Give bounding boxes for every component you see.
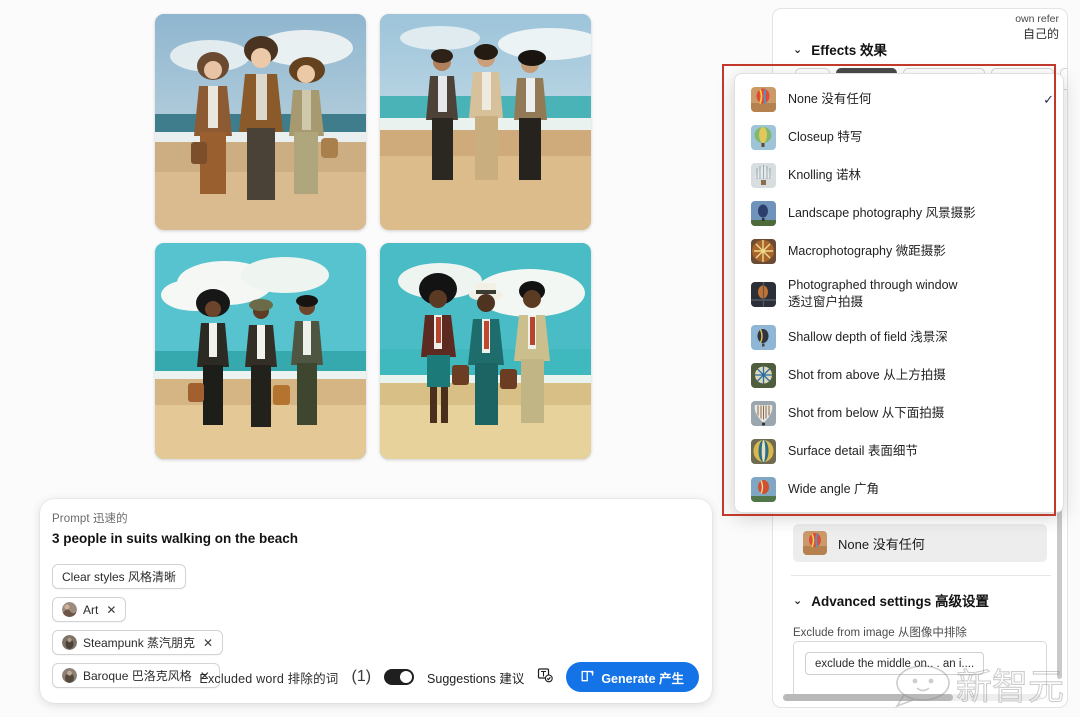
chip-label: Steampunk 蒸汽朋克 <box>83 634 195 651</box>
chevron-down-icon: ⌄ <box>793 43 802 56</box>
dropdown-item-closeup[interactable]: Closeup 特写 <box>735 118 1063 156</box>
generate-icon <box>581 669 595 686</box>
results-canvas: Prompt 迅速的 3 people in suits walking on … <box>0 0 770 717</box>
panel-divider <box>791 575 1051 576</box>
effect-thumbnail-wide-angle <box>751 477 776 502</box>
exclude-from-image-field[interactable]: exclude the middle on.. . an i.... <box>793 641 1047 699</box>
generate-label: Generate 产生 <box>601 668 684 687</box>
dropdown-item-shot-from-above[interactable]: Shot from above 从上方拍摄 <box>735 356 1063 394</box>
own-reference-note-cn: 自己的 <box>1015 27 1059 42</box>
checkmark-icon: ✓ <box>1043 92 1054 108</box>
panel-horizontal-scrollbar[interactable] <box>783 694 1041 701</box>
effect-thumbnail-closeup <box>751 125 776 150</box>
suggestions-toggle[interactable] <box>384 669 414 685</box>
dropdown-item-landscape-photography[interactable]: Landscape photography 风景摄影 <box>735 194 1063 232</box>
dropdown-item-label: Knolling 诺林 <box>788 167 861 184</box>
chip-remove-icon[interactable]: ✕ <box>106 603 116 617</box>
own-reference-note-en: own refer <box>1015 12 1059 27</box>
result-tile-2[interactable] <box>380 14 591 230</box>
effect-thumbnail-none <box>751 87 776 112</box>
advanced-settings-title: Advanced settings 高级设置 <box>811 590 989 610</box>
prompt-text[interactable]: 3 people in suits walking on the beach <box>52 531 298 546</box>
dropdown-item-label: Shallow depth of field 浅景深 <box>788 329 948 346</box>
suggestions-label: Suggestions 建议 <box>427 668 524 687</box>
dropdown-item-shallow-depth-of-field[interactable]: Shallow depth of field 浅景深 <box>735 318 1063 356</box>
excluded-word-label[interactable]: Excluded word 排除的词 <box>199 668 338 687</box>
result-tile-4[interactable] <box>380 243 591 459</box>
result-tile-3[interactable] <box>155 243 366 459</box>
dropdown-item-label-block: Photographed through window 透过窗户拍摄 <box>788 277 958 311</box>
effect-thumbnail-shot-from-below <box>751 401 776 426</box>
dropdown-item-label: Macrophotography 微距摄影 <box>788 243 946 260</box>
effect-thumbnail-macro <box>751 239 776 264</box>
chip-label: Art <box>83 603 98 617</box>
effects-section-header[interactable]: ⌄ Effects 效果 <box>793 39 887 59</box>
prompt-footer-bar: Excluded word 排除的词 (1) Suggestions 建议 <box>40 651 712 703</box>
dropdown-item-label: Shot from above 从上方拍摄 <box>788 367 946 384</box>
excluded-word-count: (1) <box>351 668 371 686</box>
exclude-from-image-label: Exclude from image 从图像中排除 <box>793 624 967 640</box>
dropdown-item-surface-detail[interactable]: Surface detail 表面细节 <box>735 432 1063 470</box>
prompt-panel: Prompt 迅速的 3 people in suits walking on … <box>40 499 712 703</box>
chip-clear-styles[interactable]: Clear styles 风格清晰 <box>52 564 186 589</box>
effect-thumbnail-surface-detail <box>751 439 776 464</box>
effects-dropdown-list: None 没有任何 ✓ Closeup 特写 Knolling 诺林 <box>734 73 1064 513</box>
chevron-down-icon: ⌄ <box>793 594 802 607</box>
dropdown-item-label-cn: 透过窗户拍摄 <box>788 294 958 311</box>
chip-thumbnail-art <box>62 602 77 617</box>
dropdown-item-photographed-through-window[interactable]: Photographed through window 透过窗户拍摄 <box>735 270 1063 318</box>
result-tile-1[interactable] <box>155 14 366 230</box>
dropdown-item-label: Surface detail 表面细节 <box>788 443 918 460</box>
dropdown-item-label: Closeup 特写 <box>788 129 862 146</box>
chip-row-clear-styles: Clear styles 风格清晰 <box>52 564 223 597</box>
generate-button[interactable]: Generate 产生 <box>566 662 699 692</box>
chip-label: Clear styles 风格清晰 <box>62 568 176 585</box>
own-reference-note: own refer 自己的 <box>1015 12 1059 42</box>
effects-section-title: Effects 效果 <box>811 39 887 59</box>
chip-row-art: Art ✕ <box>52 597 223 630</box>
exclude-token-label: exclude the middle on.. . an i.... <box>815 658 974 670</box>
app-root: Prompt 迅速的 3 people in suits walking on … <box>0 0 1080 717</box>
chip-art[interactable]: Art ✕ <box>52 597 126 622</box>
dropdown-item-none[interactable]: None 没有任何 ✓ <box>735 80 1063 118</box>
effect-thumbnail-through-window <box>751 282 776 307</box>
effect-thumbnail-knolling <box>751 163 776 188</box>
dropdown-item-label: Landscape photography 风景摄影 <box>788 205 976 222</box>
effect-thumbnail-shallow-dof <box>751 325 776 350</box>
advanced-settings-header[interactable]: ⌄ Advanced settings 高级设置 <box>793 590 989 610</box>
prompt-label: Prompt 迅速的 <box>52 510 128 526</box>
effect-thumbnail-landscape <box>751 201 776 226</box>
exclude-token[interactable]: exclude the middle on.. . an i.... <box>805 652 984 675</box>
dropdown-item-label: Photographed through window <box>788 277 958 294</box>
text-check-icon[interactable] <box>537 667 553 688</box>
selected-effect-row[interactable]: None 没有任何 <box>793 524 1047 562</box>
selected-effect-label: None 没有任何 <box>838 534 925 553</box>
dropdown-item-shot-from-below[interactable]: Shot from below 从下面拍摄 <box>735 394 1063 432</box>
dropdown-item-label: Shot from below 从下面拍摄 <box>788 405 944 422</box>
dropdown-item-macrophotography[interactable]: Macrophotography 微距摄影 <box>735 232 1063 270</box>
dropdown-item-knolling[interactable]: Knolling 诺林 <box>735 156 1063 194</box>
chip-remove-icon[interactable]: ✕ <box>203 636 213 650</box>
chip-thumbnail-steampunk <box>62 635 77 650</box>
dropdown-item-label: None 没有任何 <box>788 91 871 108</box>
result-image-grid <box>155 14 603 458</box>
selected-effect-thumbnail <box>803 531 827 555</box>
dropdown-item-label: Wide angle 广角 <box>788 481 879 498</box>
dropdown-item-wide-angle[interactable]: Wide angle 广角 <box>735 470 1063 508</box>
effect-thumbnail-shot-from-above <box>751 363 776 388</box>
